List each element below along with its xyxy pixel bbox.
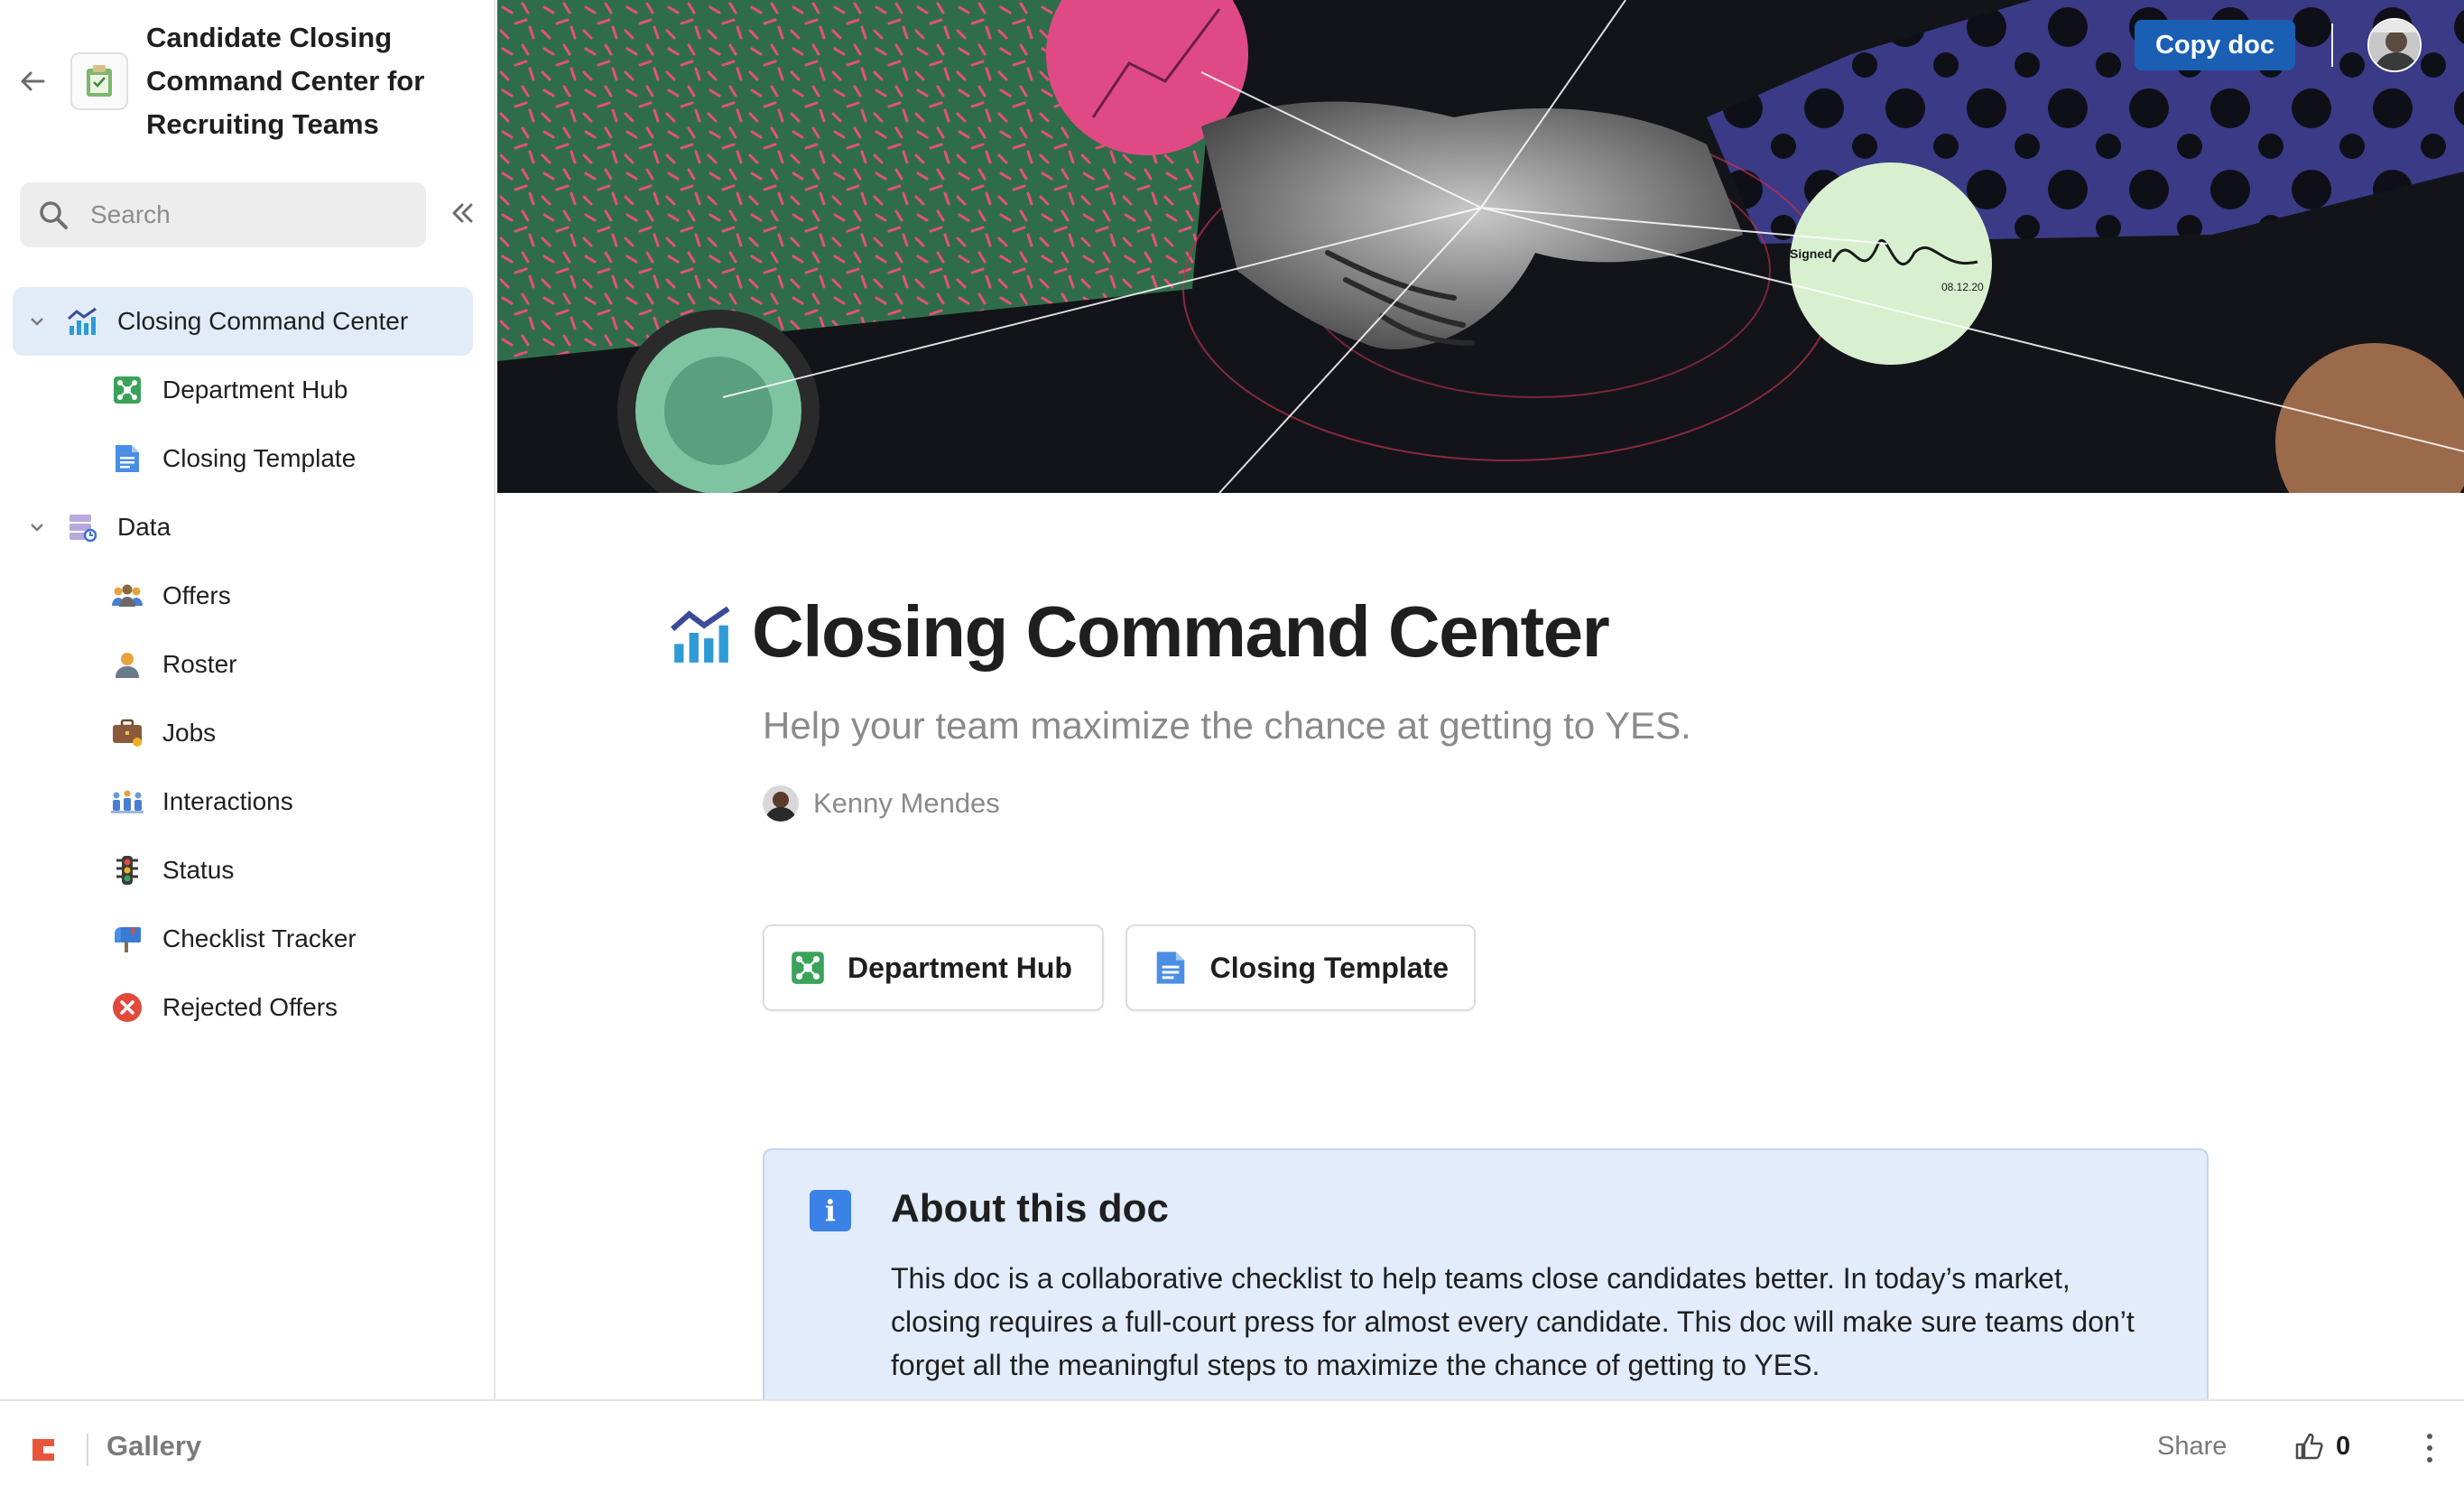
sidebar-item-offers[interactable]: Offers: [13, 562, 473, 630]
department-hub-link[interactable]: Department Hub: [763, 924, 1104, 1011]
sidebar-item-department-hub[interactable]: Department Hub: [13, 356, 473, 424]
sidebar-item-label: Closing Template: [162, 444, 357, 472]
doc-header: Candidate Closing Command Center for Rec…: [0, 0, 496, 162]
page-heading: Closing Command Center: [669, 587, 2293, 677]
hero-date: 08.12.20: [1941, 281, 1984, 293]
sidebar-item-label: Status: [162, 856, 235, 884]
chevron-down-icon[interactable]: [23, 308, 51, 335]
traffic-light-icon: [110, 853, 144, 887]
sidebar-item-checklist-tracker[interactable]: Checklist Tracker: [13, 905, 473, 973]
sidebar-item-label: Rejected Offers: [162, 993, 338, 1021]
coda-logo-icon[interactable]: [31, 1437, 56, 1462]
sidebar-item-data[interactable]: Data: [13, 493, 473, 562]
copy-doc-button[interactable]: Copy doc: [2135, 20, 2295, 70]
interactions-icon: [110, 785, 144, 819]
chevron-down-icon[interactable]: [23, 514, 51, 541]
sidebar-item-label: Interactions: [162, 787, 293, 815]
back-arrow-icon[interactable]: [14, 63, 51, 99]
sidebar-item-label: Checklist Tracker: [162, 924, 357, 952]
sidebar-item-roster[interactable]: Roster: [13, 630, 473, 699]
database-icon: [65, 510, 99, 544]
sidebar-item-closing-template[interactable]: Closing Template: [13, 424, 473, 493]
collapse-sidebar-icon[interactable]: [444, 195, 480, 231]
footer-divider: [87, 1434, 88, 1466]
sidebar-item-label: Offers: [162, 581, 231, 609]
doc-title: Candidate Closing Command Center for Rec…: [146, 22, 425, 140]
sidebar-item-jobs[interactable]: Jobs: [13, 699, 473, 767]
sidebar-item-label: Roster: [162, 650, 237, 678]
sidebar-item-label: Closing Command Center: [117, 307, 409, 335]
person-icon: [110, 647, 144, 682]
mailbox-icon: [110, 922, 144, 956]
people-icon: [110, 579, 144, 613]
document-icon: [110, 441, 144, 476]
sidebar-item-rejected-offers[interactable]: Rejected Offers: [13, 973, 473, 1042]
x-circle-icon: [110, 990, 144, 1025]
main-content: Signed 08.12.20 Copy doc Closing Command…: [497, 0, 2464, 1399]
chart-icon: [65, 304, 99, 339]
hero-banner: Signed 08.12.20 Copy doc: [497, 0, 2464, 493]
sidebar-item-label: Jobs: [162, 719, 217, 747]
hub-icon: [110, 373, 144, 407]
search-icon: [40, 201, 68, 229]
callout-body: This doc is a collaborative checklist to…: [891, 1262, 2135, 1381]
hero-signature: Signed: [1790, 246, 1832, 261]
like-count: 0: [2336, 1431, 2351, 1461]
sidebar: Candidate Closing Command Center for Rec…: [0, 0, 496, 1399]
page-title: Closing Command Center: [752, 591, 1610, 672]
sidebar-item-status[interactable]: Status: [13, 836, 473, 905]
about-callout: i About this doc This doc is a collabora…: [763, 1148, 2209, 1399]
closing-template-link[interactable]: Closing Template: [1125, 924, 1476, 1011]
header-divider: [2331, 23, 2333, 67]
sidebar-item-closing-command-center[interactable]: Closing Command Center: [13, 287, 473, 356]
callout-heading: About this doc: [891, 1186, 1169, 1230]
search-placeholder: Search: [90, 200, 171, 228]
share-button[interactable]: Share: [2157, 1432, 2227, 1462]
briefcase-icon: [110, 716, 144, 750]
more-options-icon[interactable]: [2422, 1428, 2437, 1468]
doc-clipboard-icon: [70, 52, 128, 110]
sidebar-item-label: Department Hub: [162, 376, 348, 404]
gallery-link[interactable]: Gallery: [107, 1430, 201, 1462]
info-icon: i: [810, 1190, 851, 1231]
page-subtitle: Help your team maximize the chance at ge…: [763, 704, 1691, 747]
footer-bar: Gallery Share 0: [0, 1399, 2464, 1495]
like-button[interactable]: 0: [2294, 1426, 2350, 1466]
author-avatar: [763, 785, 799, 822]
handshake-illustration: Signed 08.12.20: [497, 0, 2464, 493]
sidebar-item-interactions[interactable]: Interactions: [13, 767, 473, 836]
sidebar-item-label: Data: [117, 513, 171, 541]
link-label: Closing Template: [1209, 951, 1449, 984]
hub-icon: [790, 950, 826, 986]
thumbs-up-icon: [2295, 1433, 2323, 1460]
user-avatar[interactable]: [2367, 18, 2422, 72]
link-label: Department Hub: [848, 951, 1072, 984]
document-icon: [1153, 950, 1189, 986]
search-input[interactable]: Search: [20, 182, 426, 247]
author: Kenny Mendes: [763, 784, 1000, 823]
chart-icon: [669, 603, 732, 666]
author-name: Kenny Mendes: [813, 787, 1000, 819]
